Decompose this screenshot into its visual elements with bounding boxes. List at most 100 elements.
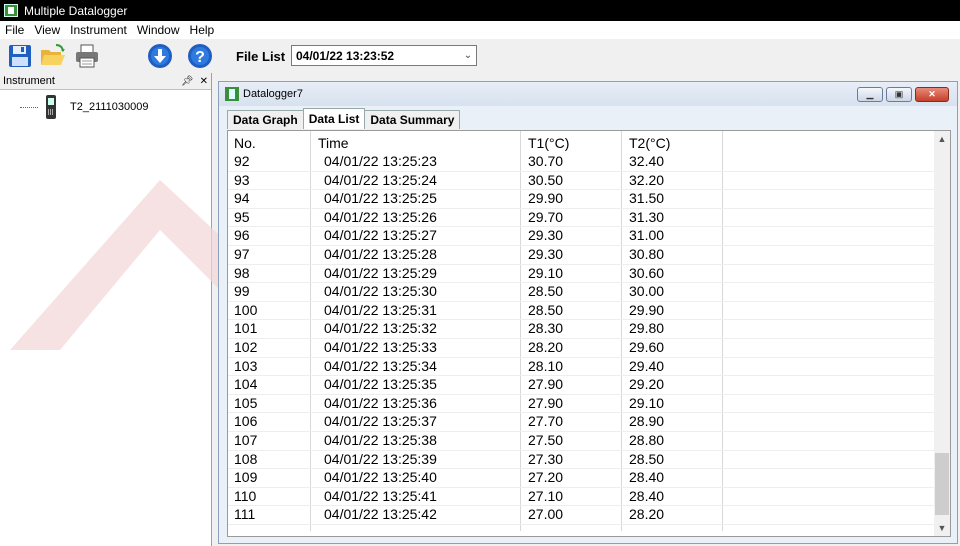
menu-file[interactable]: File [0, 23, 29, 37]
app-title: Multiple Datalogger [24, 3, 128, 18]
cell-no: 93 [234, 171, 250, 188]
table-row[interactable]: 93 04/01/22 13:25:24 30.50 32.20 [228, 172, 934, 191]
column-header-no[interactable]: No. [234, 135, 256, 151]
tree-line [20, 106, 38, 108]
cell-time: 04/01/22 13:25:32 [324, 320, 437, 337]
table-row[interactable]: 95 04/01/22 13:25:26 29.70 31.30 [228, 209, 934, 228]
tab-data-graph[interactable]: Data Graph [227, 110, 304, 129]
menu-bar: File View Instrument Window Help [0, 21, 960, 39]
table-row[interactable]: 102 04/01/22 13:25:33 28.20 29.60 [228, 339, 934, 358]
cell-time: 04/01/22 13:25:31 [324, 301, 437, 318]
cell-time: 04/01/22 13:25:26 [324, 208, 437, 225]
cell-no: 105 [234, 394, 258, 411]
cell-t2: 29.10 [629, 394, 665, 411]
menu-window[interactable]: Window [132, 23, 185, 37]
cell-time: 04/01/22 13:25:42 [324, 506, 437, 523]
tab-data-summary[interactable]: Data Summary [364, 110, 461, 129]
scroll-down-icon[interactable]: ▼ [934, 520, 950, 536]
cell-time: 04/01/22 13:25:38 [324, 432, 437, 448]
cell-t1: 29.30 [528, 227, 564, 244]
scroll-up-icon[interactable]: ▲ [934, 131, 950, 147]
file-list-value: 04/01/22 13:23:52 [296, 48, 395, 63]
cell-t1: 28.50 [528, 301, 564, 318]
cell-no: 101 [234, 320, 258, 337]
download-button[interactable] [146, 42, 174, 70]
cell-no: 107 [234, 432, 258, 448]
vertical-scrollbar[interactable]: ▲ ▼ [934, 131, 950, 536]
instrument-panel-header: Instrument 📌︎ ✕ [0, 73, 211, 90]
cell-no: 106 [234, 413, 258, 430]
table-row[interactable]: 97 04/01/22 13:25:28 29.30 30.80 [228, 246, 934, 265]
cell-t1: 28.10 [528, 357, 564, 374]
close-icon: ✕ [928, 89, 936, 99]
help-button[interactable]: ? [186, 42, 214, 70]
file-list-label: File List [236, 49, 286, 64]
cell-t2: 30.00 [629, 283, 665, 300]
column-header-t2[interactable]: T2(°C) [629, 135, 670, 151]
cell-no: 94 [234, 190, 250, 207]
datalogger-window-title-bar: Datalogger7 ▁ ▣ ✕ [219, 82, 957, 106]
toolbar: ? File List 04/01/22 13:23:52 ⌄ [0, 39, 960, 73]
table-row[interactable]: 94 04/01/22 13:25:25 29.90 31.50 [228, 190, 934, 209]
cell-no: 95 [234, 208, 250, 225]
table-row[interactable]: 111 04/01/22 13:25:42 27.00 28.20 [228, 506, 934, 525]
cell-t1: 29.70 [528, 208, 564, 225]
table-row[interactable]: 109 04/01/22 13:25:40 27.20 28.40 [228, 469, 934, 488]
menu-instrument[interactable]: Instrument [65, 23, 132, 37]
table-row[interactable]: 104 04/01/22 13:25:35 27.90 29.20 [228, 376, 934, 395]
instrument-name: T2_2111030009 [70, 101, 149, 113]
table-row[interactable]: 105 04/01/22 13:25:36 27.90 29.10 [228, 395, 934, 414]
column-header-t1[interactable]: T1(°C) [528, 135, 569, 151]
cell-t2: 31.50 [629, 190, 665, 207]
cell-time: 04/01/22 13:25:24 [324, 171, 437, 188]
open-button[interactable] [39, 42, 67, 70]
cell-time: 04/01/22 13:25:34 [324, 357, 437, 374]
table-row[interactable]: 98 04/01/22 13:25:29 29.10 30.60 [228, 265, 934, 284]
folder-open-icon [41, 44, 65, 65]
cell-time: 04/01/22 13:25:29 [324, 264, 437, 281]
cell-t2: 29.40 [629, 357, 665, 374]
minimize-button[interactable]: ▁ [857, 87, 883, 102]
table-row[interactable]: 106 04/01/22 13:25:37 27.70 28.90 [228, 413, 934, 432]
cell-no: 92 [234, 153, 250, 169]
instrument-tree-item[interactable]: T2_2111030009 [20, 95, 149, 119]
pin-icon[interactable]: 📌︎ [181, 76, 194, 87]
app-logo-icon [4, 4, 18, 17]
table-row[interactable]: 108 04/01/22 13:25:39 27.30 28.50 [228, 451, 934, 470]
scroll-thumb[interactable] [935, 453, 949, 515]
cell-time: 04/01/22 13:25:27 [324, 227, 437, 244]
cell-t1: 27.50 [528, 432, 564, 448]
cell-t1: 30.50 [528, 171, 564, 188]
cell-t2: 30.60 [629, 264, 665, 281]
menu-view[interactable]: View [29, 23, 65, 37]
cell-t1: 30.70 [528, 153, 564, 169]
cell-t1: 27.00 [528, 506, 564, 523]
svg-text:?: ? [195, 49, 205, 66]
save-button[interactable] [6, 42, 34, 70]
restore-button[interactable]: ▣ [886, 87, 912, 102]
cell-no: 108 [234, 450, 258, 467]
table-row[interactable]: 101 04/01/22 13:25:32 28.30 29.80 [228, 320, 934, 339]
table-row[interactable]: 100 04/01/22 13:25:31 28.50 29.90 [228, 302, 934, 321]
file-list-dropdown[interactable]: 04/01/22 13:23:52 ⌄ [291, 45, 477, 66]
table-row[interactable]: 103 04/01/22 13:25:34 28.10 29.40 [228, 358, 934, 377]
cell-t1: 28.50 [528, 283, 564, 300]
datalogger-window-title: Datalogger7 [243, 88, 303, 100]
table-row[interactable]: 99 04/01/22 13:25:30 28.50 30.00 [228, 283, 934, 302]
close-icon[interactable]: ✕ [200, 76, 208, 87]
column-header-time[interactable]: Time [318, 135, 349, 151]
cell-t2: 31.30 [629, 208, 665, 225]
menu-help[interactable]: Help [185, 23, 220, 37]
datalogger-icon [225, 87, 239, 101]
table-row[interactable]: 96 04/01/22 13:25:27 29.30 31.00 [228, 227, 934, 246]
print-button[interactable] [73, 42, 101, 70]
cell-time: 04/01/22 13:25:36 [324, 394, 437, 411]
table-row[interactable]: 107 04/01/22 13:25:38 27.50 28.80 [228, 432, 934, 451]
table-row[interactable]: 110 04/01/22 13:25:41 27.10 28.40 [228, 488, 934, 507]
tab-data-list[interactable]: Data List [302, 108, 366, 129]
close-window-button[interactable]: ✕ [915, 87, 949, 102]
cell-no: 109 [234, 469, 258, 486]
help-icon: ? [188, 44, 212, 68]
table-row[interactable]: 92 04/01/22 13:25:23 30.70 32.40 [228, 153, 934, 172]
cell-t1: 27.90 [528, 376, 564, 393]
